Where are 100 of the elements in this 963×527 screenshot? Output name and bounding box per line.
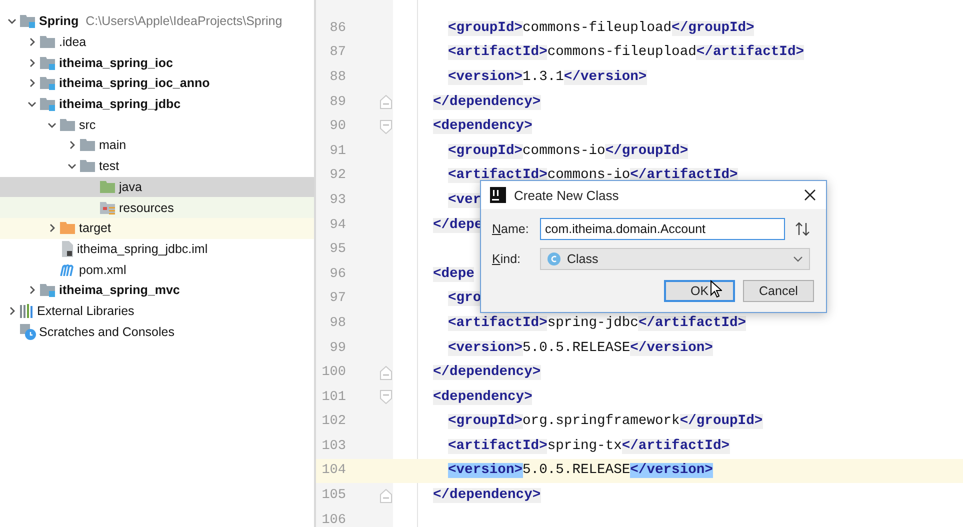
- xml-tag: </groupId>: [672, 20, 754, 36]
- line-number: 99: [328, 340, 346, 356]
- line-number: 92: [328, 168, 346, 184]
- chevron-right-icon[interactable]: [47, 223, 57, 234]
- module-folder-icon: [40, 283, 56, 298]
- tree-item[interactable]: pom.xml: [0, 259, 314, 280]
- project-path: C:\Users\Apple\IdeaProjects\Spring: [86, 14, 282, 28]
- tree-item-label: src: [79, 118, 96, 132]
- tree-item-label: itheima_spring_mvc: [59, 283, 180, 298]
- xml-value: commons-io: [522, 144, 606, 159]
- xml-tag: </depe: [433, 218, 483, 233]
- line-number: 105: [320, 488, 346, 504]
- tree-item-label: main: [99, 138, 126, 152]
- xml-value: commons-fileupload: [522, 20, 672, 36]
- tree-item[interactable]: itheima_spring_jdbc.iml: [0, 238, 314, 260]
- folder-icon: [100, 180, 116, 194]
- tree-item-label: itheima_spring_ioc_anno: [59, 76, 210, 90]
- chevron-right-icon[interactable]: [27, 285, 37, 296]
- tree-item[interactable]: main: [0, 135, 314, 156]
- tree-item-label: resources: [119, 200, 174, 215]
- tree-item[interactable]: src: [0, 114, 314, 136]
- sort-arrows-icon[interactable]: [795, 222, 810, 236]
- dialog-title: Create New Class: [514, 188, 620, 202]
- ok-button[interactable]: OK: [664, 280, 735, 302]
- tree-item-label: .idea: [59, 35, 86, 50]
- xml-tag: <ver: [448, 192, 482, 208]
- chevron-down-icon[interactable]: [67, 161, 77, 172]
- module-folder-icon: [40, 97, 56, 112]
- tree-item[interactable]: itheima_spring_ioc_anno: [0, 73, 314, 94]
- chevron-right-icon[interactable]: [27, 37, 37, 48]
- line-number: 96: [328, 266, 346, 282]
- xml-value: 1.3.1: [522, 70, 564, 85]
- xml-tag: </version>: [630, 463, 713, 478]
- scratches-icon: [20, 324, 36, 340]
- tree-item[interactable]: test: [0, 156, 314, 176]
- xml-tag: <artifactId>: [448, 316, 548, 331]
- chevron-right-icon[interactable]: [67, 140, 77, 150]
- tree-item[interactable]: java: [0, 176, 314, 198]
- xml-tag: <groupId>: [448, 144, 523, 159]
- xml-value: org.springframework: [522, 414, 680, 430]
- tree-item-label: External Libraries: [37, 304, 134, 318]
- folder-icon: [60, 118, 76, 132]
- folder-icon: [80, 159, 96, 174]
- name-field[interactable]: com.itheima.domain.Account: [540, 218, 785, 240]
- app-logo-icon: [490, 187, 506, 203]
- xml-tag: <groupId>: [448, 20, 523, 36]
- xml-tag: <dependency>: [433, 119, 532, 134]
- kind-dropdown[interactable]: Class: [540, 248, 810, 270]
- xml-tag: </dependency>: [433, 488, 541, 504]
- tree-item[interactable]: itheima_spring_mvc: [0, 280, 314, 301]
- tree-item-label: Spring: [39, 14, 79, 28]
- tree-item[interactable]: Spring C:\Users\Apple\IdeaProjects\Spring: [0, 11, 314, 32]
- xml-tag: <version>: [448, 463, 523, 478]
- tree-item[interactable]: .idea: [0, 32, 314, 52]
- module-folder-icon: [40, 76, 56, 90]
- tree-item[interactable]: target: [0, 218, 314, 239]
- xml-value: spring-jdbc: [547, 316, 638, 331]
- xml-tag: <dependency>: [433, 390, 532, 405]
- folder-icon: [60, 221, 76, 236]
- cancel-button[interactable]: Cancel: [743, 280, 814, 302]
- xml-tag: </groupId>: [680, 414, 763, 430]
- module-folder-icon: [40, 56, 56, 70]
- xml-tag: </artifactId>: [638, 316, 746, 331]
- name-label: Name:: [492, 222, 530, 236]
- xml-tag: </dependency>: [433, 94, 541, 110]
- xml-tag: <artifactId>: [448, 438, 548, 454]
- tree-item-label: itheima_spring_jdbc.iml: [77, 242, 208, 256]
- kind-label: Kind:: [492, 252, 522, 266]
- tree-item[interactable]: External Libraries: [0, 300, 314, 322]
- line-number: 101: [320, 390, 346, 405]
- line-number: 98: [328, 316, 346, 331]
- xml-tag: <groupId>: [448, 414, 523, 430]
- chevron-down-icon[interactable]: [27, 99, 37, 110]
- chevron-right-icon[interactable]: [7, 306, 17, 316]
- xml-tag: </groupId>: [605, 144, 688, 159]
- tree-item-label: java: [119, 180, 142, 194]
- line-number: 97: [328, 291, 346, 306]
- xml-tag: </artifactId>: [696, 45, 804, 60]
- line-number: 100: [320, 365, 346, 380]
- line-number: 90: [328, 119, 346, 134]
- tree-item[interactable]: resources: [0, 197, 314, 218]
- xml-tag: <depe: [433, 266, 474, 282]
- close-icon[interactable]: [804, 189, 816, 201]
- tree-item[interactable]: itheima_spring_jdbc: [0, 94, 314, 114]
- chevron-down-icon: [793, 256, 803, 262]
- line-number: 87: [328, 45, 346, 60]
- chevron-right-icon[interactable]: [27, 78, 37, 88]
- xml-tag: <gro: [448, 291, 482, 306]
- file-icon: [60, 240, 74, 257]
- tree-item[interactable]: itheima_spring_ioc: [0, 52, 314, 74]
- xml-tag: </dependency>: [433, 365, 541, 380]
- line-number: 88: [328, 70, 346, 85]
- xml-value: commons-io: [547, 168, 630, 184]
- chevron-right-icon[interactable]: [27, 58, 37, 68]
- tree-item[interactable]: Scratches and Consoles: [0, 321, 314, 342]
- tree-item-label: Scratches and Consoles: [39, 324, 174, 339]
- tree-item-label: target: [79, 221, 111, 236]
- line-number: 86: [328, 20, 346, 36]
- chevron-down-icon[interactable]: [7, 16, 17, 26]
- line-number: 102: [320, 414, 346, 430]
